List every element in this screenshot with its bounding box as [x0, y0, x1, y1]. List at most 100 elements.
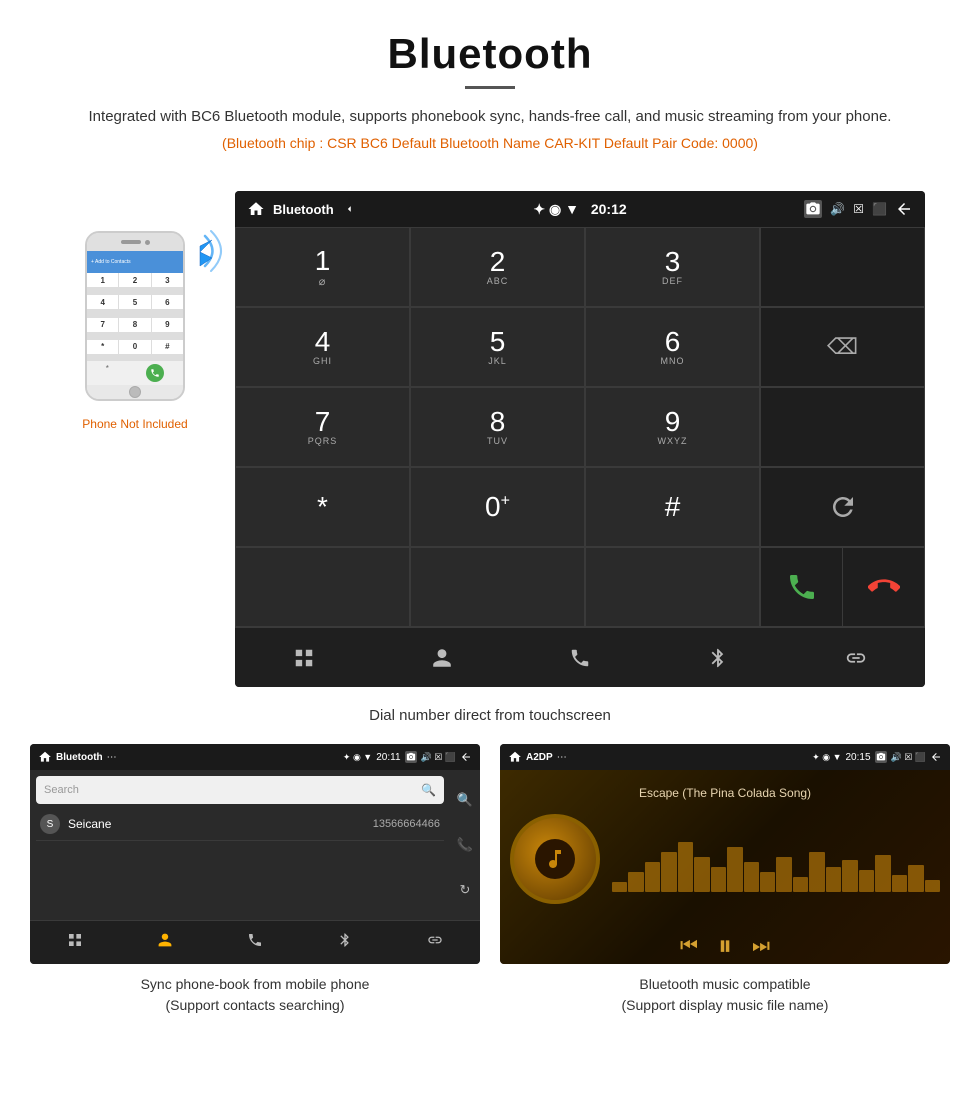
album-art	[510, 814, 600, 904]
music-controls: ⏮ ⏸ ⏭	[680, 930, 770, 963]
screen-title: Bluetooth	[273, 202, 334, 217]
album-art-inner	[535, 839, 575, 879]
music-time: 20:15	[845, 752, 870, 763]
back-arrow-icon	[895, 200, 913, 218]
nav-link-icon[interactable]	[845, 647, 867, 669]
phone-area: + Add to Contacts 1 2 3 4 5 6 7 8 9 * 0	[55, 191, 215, 431]
phone-illustration: + Add to Contacts 1 2 3 4 5 6 7 8 9 * 0	[85, 231, 185, 401]
music-vol-icon: 🔊 ☒ ⬛	[891, 752, 926, 763]
music-camera-icon	[875, 751, 887, 763]
music-caption-line1: Bluetooth music compatible	[639, 976, 810, 992]
dial-key-star[interactable]: *	[235, 467, 410, 547]
pb-nav-phone[interactable]	[247, 932, 263, 953]
phonebook-caption: Sync phone-book from mobile phone (Suppo…	[141, 974, 370, 1016]
phone-key-star: *	[87, 340, 118, 354]
call-green-row	[760, 547, 925, 627]
phonebook-phone-side-icon[interactable]: 📞	[457, 837, 473, 853]
phone-key-8: 8	[119, 318, 150, 332]
bluetooth-status-icon: ✦ ◉ ▼	[533, 201, 579, 217]
play-pause-button[interactable]: ⏸	[718, 930, 732, 963]
music-status-bar: A2DP ⋯ ✦ ◉ ▼ 20:15 🔊 ☒ ⬛	[500, 744, 950, 770]
phonebook-vol-icon: 🔊 ☒ ⬛	[421, 752, 456, 763]
prev-track-button[interactable]: ⏮	[680, 935, 698, 958]
page-title: Bluetooth	[60, 30, 920, 78]
nav-bluetooth-icon[interactable]	[707, 647, 729, 669]
nav-person-icon[interactable]	[431, 647, 453, 669]
phone-key-5: 5	[119, 295, 150, 309]
phonebook-caption-line2: (Support contacts searching)	[166, 997, 345, 1013]
dialpad-area: 1 ⌀ 2 ABC 3 DEF 4 GHI 5 JKL	[235, 227, 925, 627]
pb-nav-grid[interactable]	[67, 932, 83, 953]
contact-number: 13566664466	[373, 818, 440, 830]
dial-key-0[interactable]: 0+	[410, 467, 585, 547]
delete-button[interactable]: ⌫	[760, 307, 925, 387]
phonebook-bottom-nav	[30, 920, 480, 964]
window-icon: ☒	[853, 202, 864, 216]
phonebook-search-box[interactable]: Search 🔍	[36, 776, 444, 804]
phonebook-time: 20:11	[376, 752, 400, 763]
call-red-icon	[868, 571, 900, 603]
call-red-button[interactable]	[843, 548, 924, 626]
dialpad-left: 1 ⌀ 2 ABC 3 DEF 4 GHI 5 JKL	[235, 227, 760, 627]
dial-key-3[interactable]: 3 DEF	[585, 227, 760, 307]
phonebook-status-left: Bluetooth ⋯	[38, 750, 117, 764]
phone-keypad: 1 2 3 4 5 6 7 8 9 * 0 #	[87, 273, 183, 361]
usb-icon	[342, 202, 356, 216]
dial-key-8[interactable]: 8 TUV	[410, 387, 585, 467]
main-demo-area: + Add to Contacts 1 2 3 4 5 6 7 8 9 * 0	[0, 181, 980, 697]
phonebook-back-icon	[460, 751, 472, 763]
dial-key-5[interactable]: 5 JKL	[410, 307, 585, 387]
car-bottom-nav	[235, 627, 925, 687]
dial-key-hash[interactable]: #	[585, 467, 760, 547]
pb-nav-link[interactable]	[427, 932, 443, 953]
empty-cell-1	[760, 387, 925, 467]
contact-row[interactable]: S Seicane 13566664466	[36, 808, 444, 841]
dial-key-4[interactable]: 4 GHI	[235, 307, 410, 387]
phonebook-search-side-icon[interactable]: 🔍	[457, 792, 473, 808]
phone-key-hash: #	[152, 340, 183, 354]
page-description: Integrated with BC6 Bluetooth module, su…	[60, 105, 920, 129]
music-home-icon	[508, 750, 522, 764]
phone-key-1: 1	[87, 273, 118, 287]
status-right-icons: 🔊 ☒ ⬛	[804, 200, 913, 218]
number-display	[760, 227, 925, 307]
nav-phone-icon[interactable]	[569, 647, 591, 669]
dial-key-1[interactable]: 1 ⌀	[235, 227, 410, 307]
bluetooth-waves-icon	[175, 221, 235, 281]
music-status-left: A2DP ⋯	[508, 750, 567, 764]
nav-grid-icon[interactable]	[293, 647, 315, 669]
dial-key-7[interactable]: 7 PQRS	[235, 387, 410, 467]
bottom-screenshots: Bluetooth ⋯ ✦ ◉ ▼ 20:11 🔊 ☒ ⬛	[0, 744, 980, 1016]
call-green-button[interactable]	[761, 548, 843, 626]
music-screen-title: A2DP	[526, 752, 553, 763]
status-left: Bluetooth	[247, 200, 356, 218]
fullscreen-icon: ⬛	[872, 202, 887, 216]
dial-key-9[interactable]: 9 WXYZ	[585, 387, 760, 467]
phone-not-included-label: Phone Not Included	[82, 417, 187, 431]
music-caption: Bluetooth music compatible (Support disp…	[622, 974, 829, 1016]
next-track-button[interactable]: ⏭	[752, 935, 770, 958]
dial-key-2[interactable]: 2 ABC	[410, 227, 585, 307]
phonebook-usb-icon: ⋯	[107, 752, 117, 763]
music-status-right: ✦ ◉ ▼ 20:15 🔊 ☒ ⬛	[812, 751, 942, 763]
phonebook-refresh-side-icon[interactable]: ↻	[460, 882, 471, 898]
camera-icon	[804, 200, 822, 218]
pb-nav-bluetooth[interactable]	[337, 932, 353, 953]
pb-nav-person[interactable]	[157, 932, 173, 953]
dial-key-6[interactable]: 6 MNO	[585, 307, 760, 387]
music-caption-line2: (Support display music file name)	[622, 997, 829, 1013]
phonebook-camera-icon	[405, 751, 417, 763]
phone-key-2: 2	[119, 273, 150, 287]
redial-button[interactable]	[760, 467, 925, 547]
phone-top-bar	[87, 233, 183, 251]
contact-name: Seicane	[68, 817, 373, 831]
dialpad-right: ⌫	[760, 227, 925, 627]
phone-home-button	[129, 386, 141, 398]
car-screen-large: Bluetooth ✦ ◉ ▼ 20:12 🔊 ☒ ⬛	[235, 191, 925, 687]
status-center-icons: ✦ ◉ ▼ 20:12	[533, 201, 626, 218]
phonebook-search-icon: 🔍	[421, 783, 436, 797]
phonebook-bt-icon: ✦ ◉ ▼	[343, 752, 372, 763]
phone-screen: + Add to Contacts 1 2 3 4 5 6 7 8 9 * 0	[87, 251, 183, 385]
phone-status-bar: + Add to Contacts	[87, 251, 183, 273]
music-card: A2DP ⋯ ✦ ◉ ▼ 20:15 🔊 ☒ ⬛ Escape	[500, 744, 950, 1016]
